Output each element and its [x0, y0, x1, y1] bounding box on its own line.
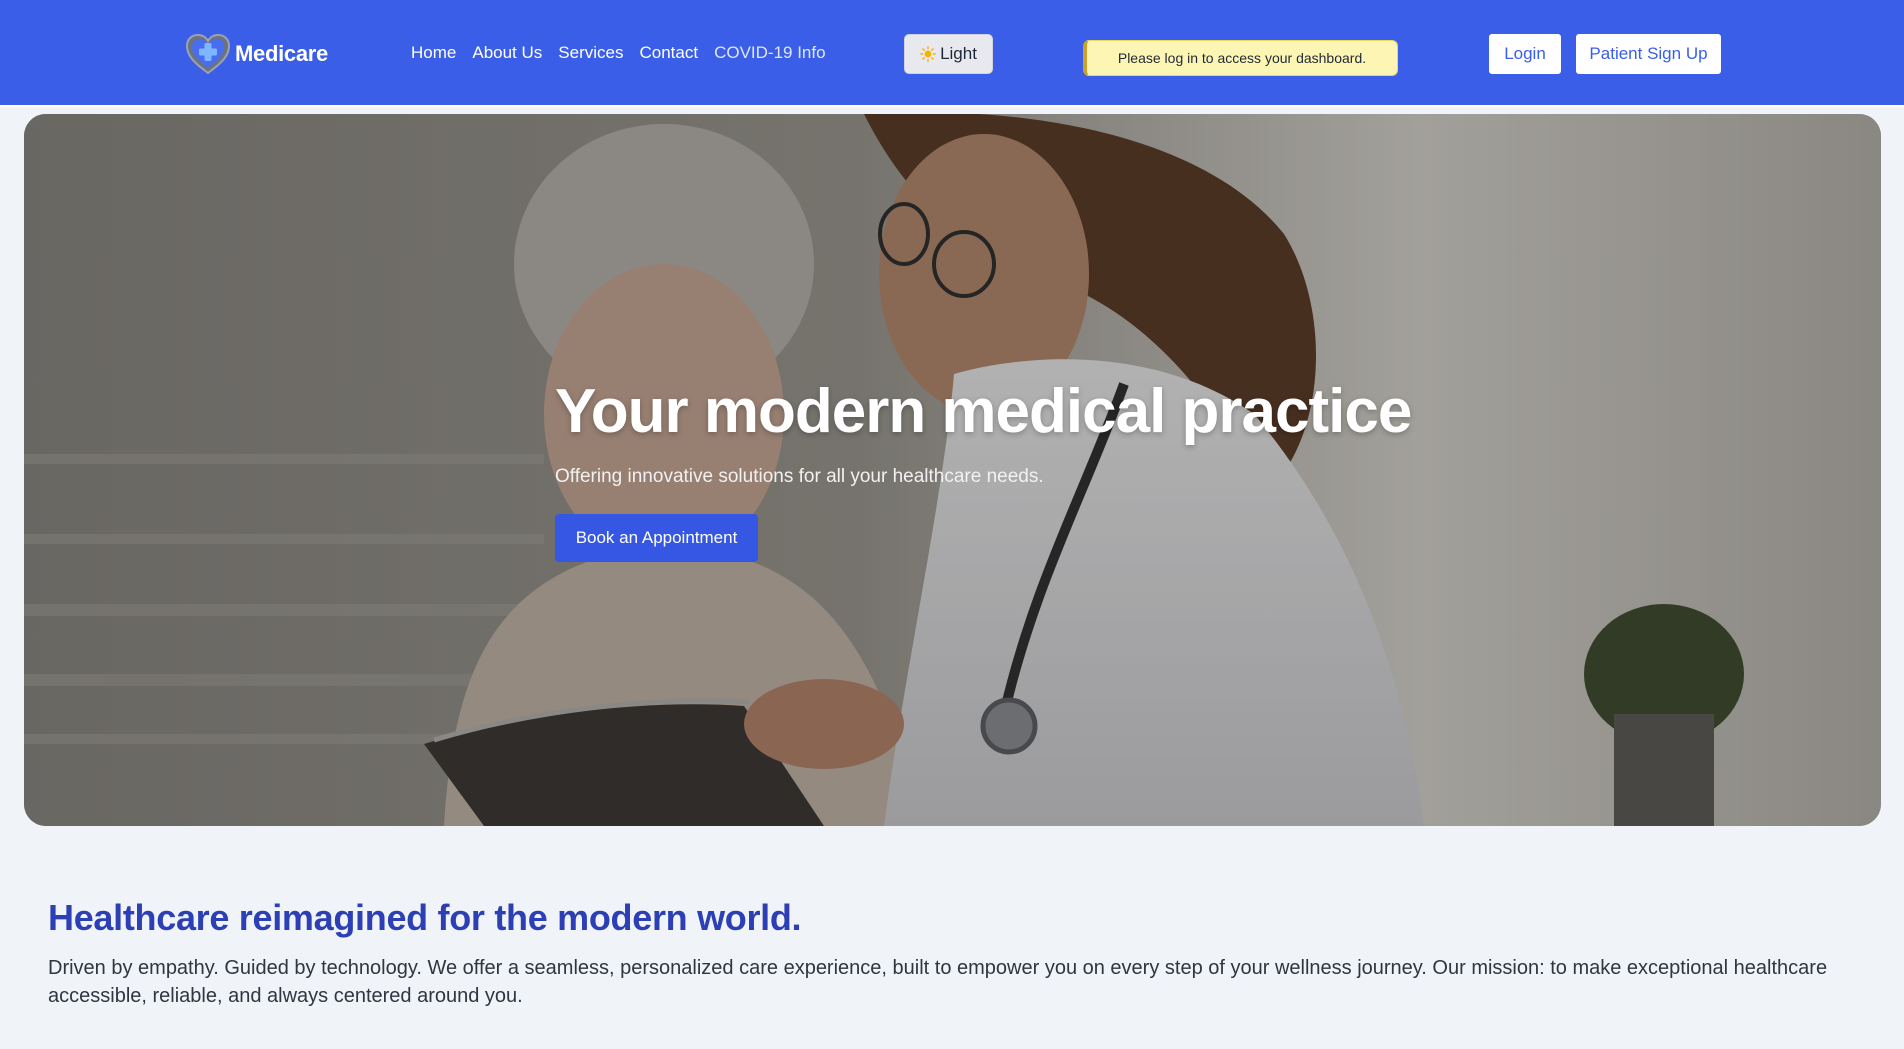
nav-services[interactable]: Services	[558, 43, 623, 63]
theme-toggle-button[interactable]: Light	[904, 34, 993, 74]
login-alert: Please log in to access your dashboard.	[1083, 40, 1398, 76]
hero-subtitle: Offering innovative solutions for all yo…	[555, 466, 1044, 487]
sun-icon	[920, 46, 936, 62]
hero-banner: Your modern medical practice Offering in…	[24, 114, 1881, 826]
nav-about-us[interactable]: About Us	[472, 43, 542, 63]
login-button[interactable]: Login	[1489, 34, 1561, 74]
patient-signup-button[interactable]: Patient Sign Up	[1576, 34, 1721, 74]
hero-title: Your modern medical practice	[555, 377, 1412, 446]
theme-toggle-label: Light	[940, 44, 977, 63]
mission-text: Driven by empathy. Guided by technology.…	[48, 957, 1828, 1007]
nav-contact[interactable]: Contact	[639, 43, 698, 63]
heart-cross-icon	[185, 33, 231, 75]
brand-name: Medicare	[235, 41, 328, 66]
nav-covid-info[interactable]: COVID-19 Info	[714, 43, 826, 63]
nav-home[interactable]: Home	[411, 43, 456, 63]
top-navbar: Medicare Home About Us Services Contact …	[0, 0, 1904, 107]
brand-link[interactable]: Medicare	[183, 28, 328, 80]
main-nav: Home About Us Services Contact COVID-19 …	[411, 43, 826, 63]
mission-title: Healthcare reimagined for the modern wor…	[48, 897, 802, 938]
book-appointment-button[interactable]: Book an Appointment	[555, 514, 758, 562]
